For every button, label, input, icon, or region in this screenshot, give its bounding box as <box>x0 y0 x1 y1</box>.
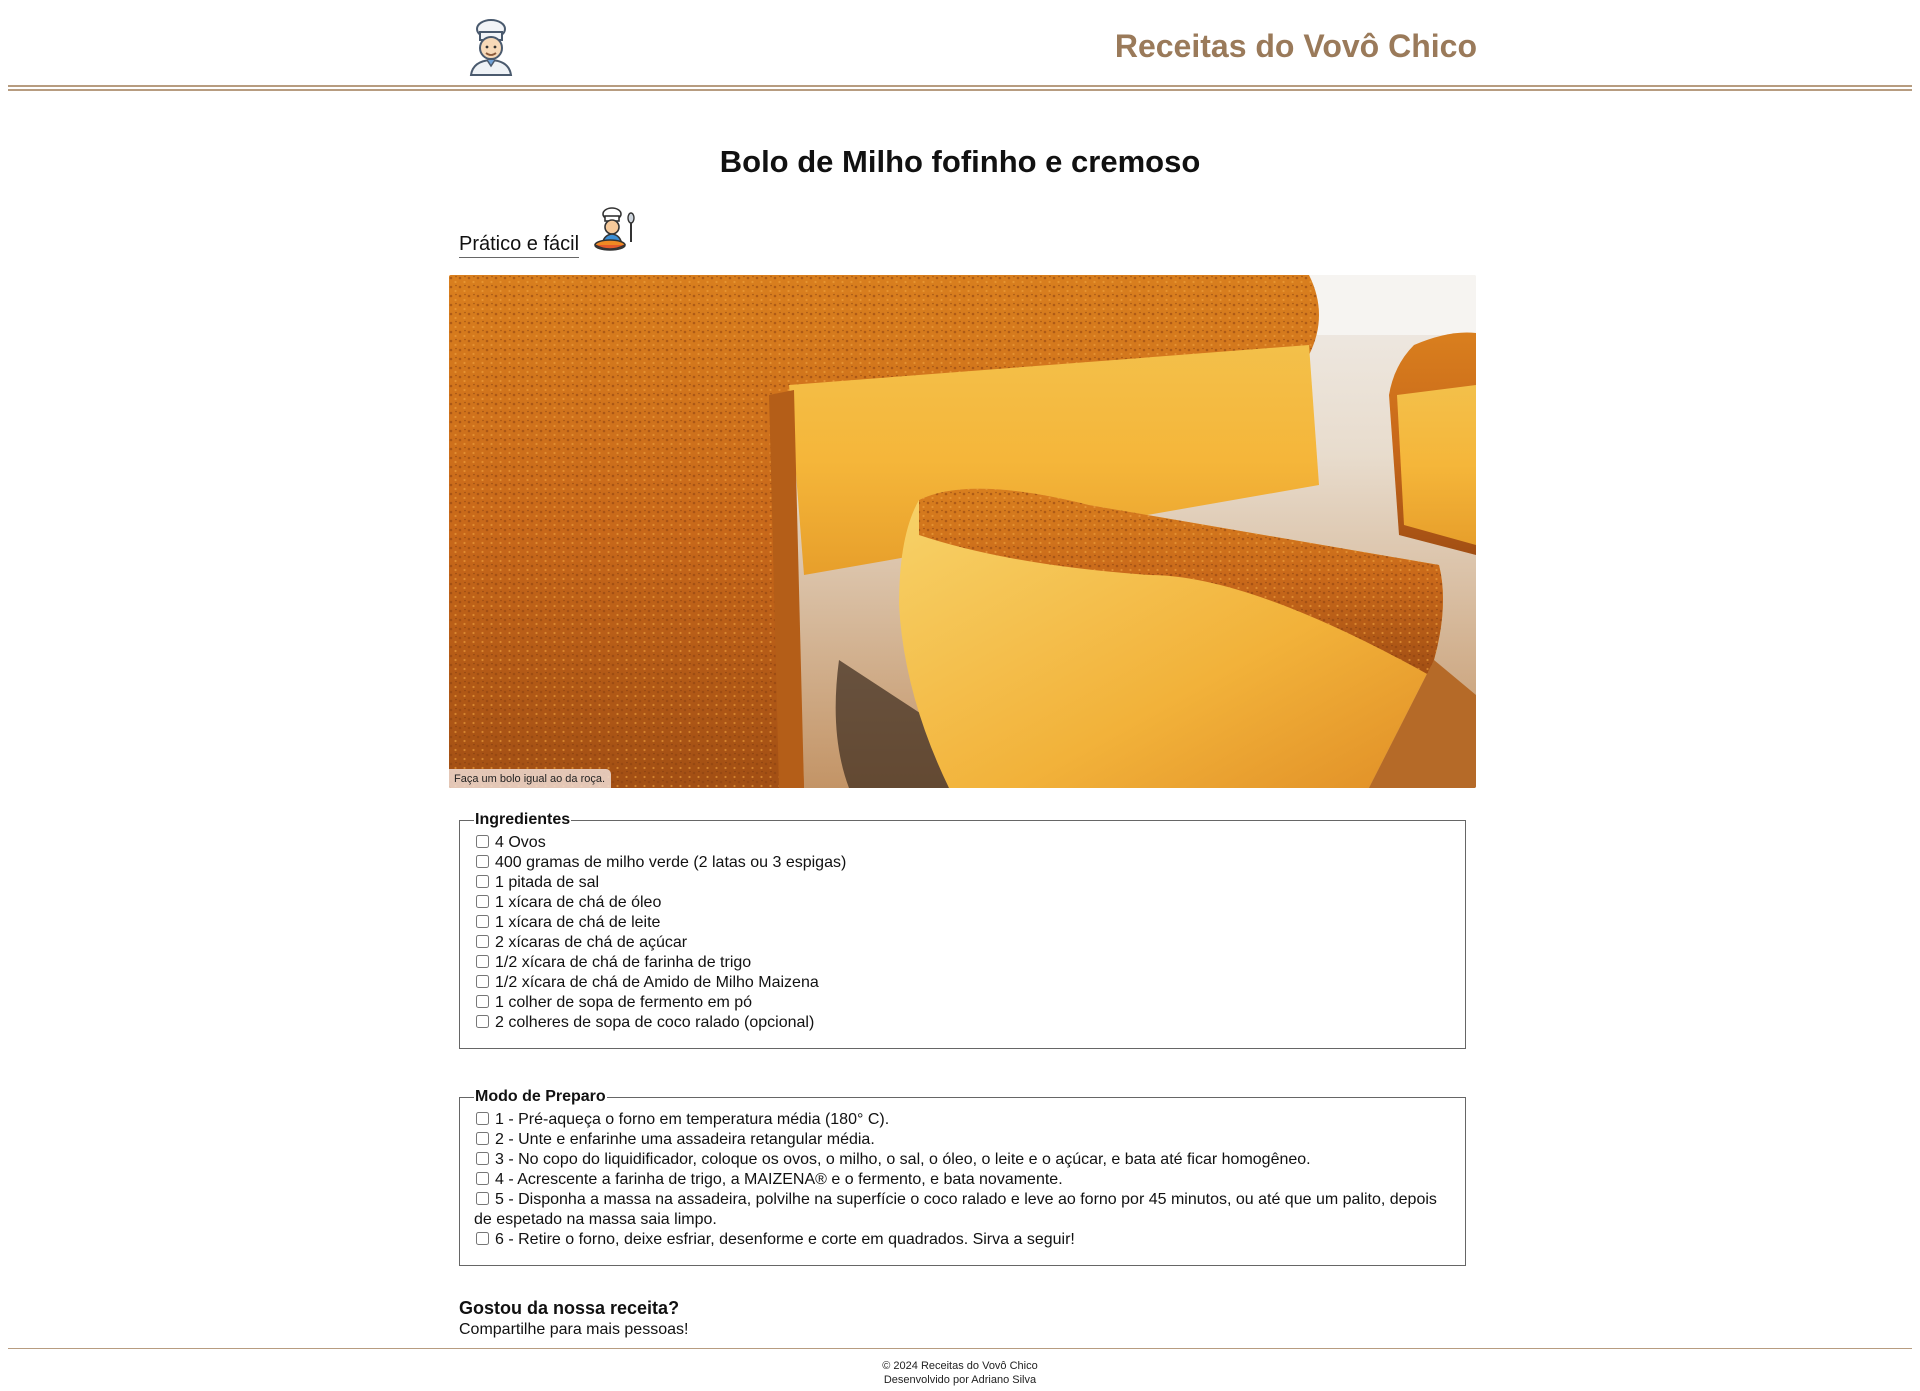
ingredient-item: 1 xícara de chá de óleo <box>474 893 1455 913</box>
ingredient-item: 4 Ovos <box>474 833 1455 853</box>
ingredient-checkbox[interactable] <box>476 995 489 1008</box>
ingredient-item: 1 pitada de sal <box>474 873 1455 893</box>
site-footer: © 2024 Receitas do Vovô Chico Desenvolvi… <box>0 1359 1920 1387</box>
ingredient-item: 2 xícaras de chá de açúcar <box>474 933 1455 953</box>
share-text: Compartilhe para mais pessoas! <box>459 1321 689 1338</box>
footer-credit: Desenvolvido por Adriano Silva <box>883 1374 1037 1386</box>
ingredient-label: 2 colheres de sopa de coco ralado (opcio… <box>495 1014 815 1031</box>
step-label: 1 - Pré-aqueça o forno em temperatura mé… <box>495 1111 890 1128</box>
step-checkbox[interactable] <box>476 1152 489 1165</box>
header-divider <box>8 85 1912 91</box>
ingredient-checkbox[interactable] <box>476 955 489 968</box>
ingredient-item: 400 gramas de milho verde (2 latas ou 3 … <box>474 853 1455 873</box>
step-item: 6 - Retire o forno, deixe esfriar, desen… <box>474 1230 1455 1250</box>
step-item: 1 - Pré-aqueça o forno em temperatura mé… <box>474 1110 1455 1130</box>
step-item: 2 - Unte e enfarinhe uma assadeira retan… <box>474 1130 1455 1150</box>
ingredient-item: 1 colher de sopa de fermento em pó <box>474 993 1455 1013</box>
step-checkbox[interactable] <box>476 1172 489 1185</box>
preparation-fieldset: Modo de Preparo 1 - Pré-aqueça o forno e… <box>459 1088 1466 1266</box>
chef-cooking-icon <box>590 206 640 254</box>
share-question: Gostou da nossa receita? <box>459 1298 680 1318</box>
step-label: 4 - Acrescente a farinha de trigo, a MAI… <box>495 1171 1063 1188</box>
ingredient-checkbox[interactable] <box>476 855 489 868</box>
ingredient-checkbox[interactable] <box>476 915 489 928</box>
ingredient-checkbox[interactable] <box>476 975 489 988</box>
ingredient-label: 1/2 xícara de chá de Amido de Milho Maiz… <box>495 974 819 991</box>
step-checkbox[interactable] <box>476 1192 489 1205</box>
footer-copyright: © 2024 Receitas do Vovô Chico <box>882 1360 1038 1372</box>
recipe-subtitle: Prático e fácil <box>459 233 580 258</box>
ingredient-label: 4 Ovos <box>495 834 546 851</box>
step-label: 3 - No copo do liquidificador, coloque o… <box>495 1151 1311 1168</box>
step-label: 2 - Unte e enfarinhe uma assadeira retan… <box>495 1131 875 1148</box>
ingredient-item: 1 xícara de chá de leite <box>474 913 1455 933</box>
ingredients-fieldset: Ingredientes 4 Ovos 400 gramas de milho … <box>459 811 1466 1049</box>
ingredient-checkbox[interactable] <box>476 835 489 848</box>
step-label: 6 - Retire o forno, deixe esfriar, desen… <box>495 1231 1075 1248</box>
ingredient-checkbox[interactable] <box>476 875 489 888</box>
recipe-title: Bolo de Milho fofinho e cremoso <box>719 144 1201 179</box>
step-checkbox[interactable] <box>476 1112 489 1125</box>
step-label: 5 - Disponha a massa na assadeira, polvi… <box>474 1191 1437 1228</box>
step-checkbox[interactable] <box>476 1232 489 1245</box>
step-checkbox[interactable] <box>476 1132 489 1145</box>
ingredient-item: 2 colheres de sopa de coco ralado (opcio… <box>474 1013 1455 1033</box>
ingredient-checkbox[interactable] <box>476 1015 489 1028</box>
image-caption: Faça um bolo igual ao da roça. <box>449 769 612 788</box>
cake-photo: Faça um bolo igual ao da roça. <box>449 275 1476 788</box>
ingredients-legend: Ingredientes <box>475 811 571 828</box>
ingredient-label: 400 gramas de milho verde (2 latas ou 3 … <box>495 854 847 871</box>
share-cta: Gostou da nossa receita? Compartilhe par… <box>459 1296 688 1339</box>
ingredient-item: 1/2 xícara de chá de farinha de trigo <box>474 953 1455 973</box>
ingredient-checkbox[interactable] <box>476 895 489 908</box>
site-title[interactable]: Receitas do Vovô Chico <box>1115 28 1477 65</box>
preparation-legend: Modo de Preparo <box>475 1088 606 1105</box>
ingredient-label: 2 xícaras de chá de açúcar <box>495 934 688 951</box>
step-item: 3 - No copo do liquidificador, coloque o… <box>474 1150 1455 1170</box>
ingredient-label: 1 colher de sopa de fermento em pó <box>495 994 753 1011</box>
step-item: 4 - Acrescente a farinha de trigo, a MAI… <box>474 1170 1455 1190</box>
ingredient-item: 1/2 xícara de chá de Amido de Milho Maiz… <box>474 973 1455 993</box>
site-header: Receitas do Vovô Chico <box>0 0 1920 92</box>
footer-divider <box>8 1348 1912 1349</box>
ingredient-label: 1 xícara de chá de leite <box>495 914 661 931</box>
ingredient-label: 1/2 xícara de chá de farinha de trigo <box>495 954 752 971</box>
step-item: 5 - Disponha a massa na assadeira, polvi… <box>474 1190 1455 1230</box>
chef-avatar-icon[interactable] <box>465 18 517 76</box>
ingredient-checkbox[interactable] <box>476 935 489 948</box>
ingredient-label: 1 pitada de sal <box>495 874 600 891</box>
ingredient-label: 1 xícara de chá de óleo <box>495 894 662 911</box>
